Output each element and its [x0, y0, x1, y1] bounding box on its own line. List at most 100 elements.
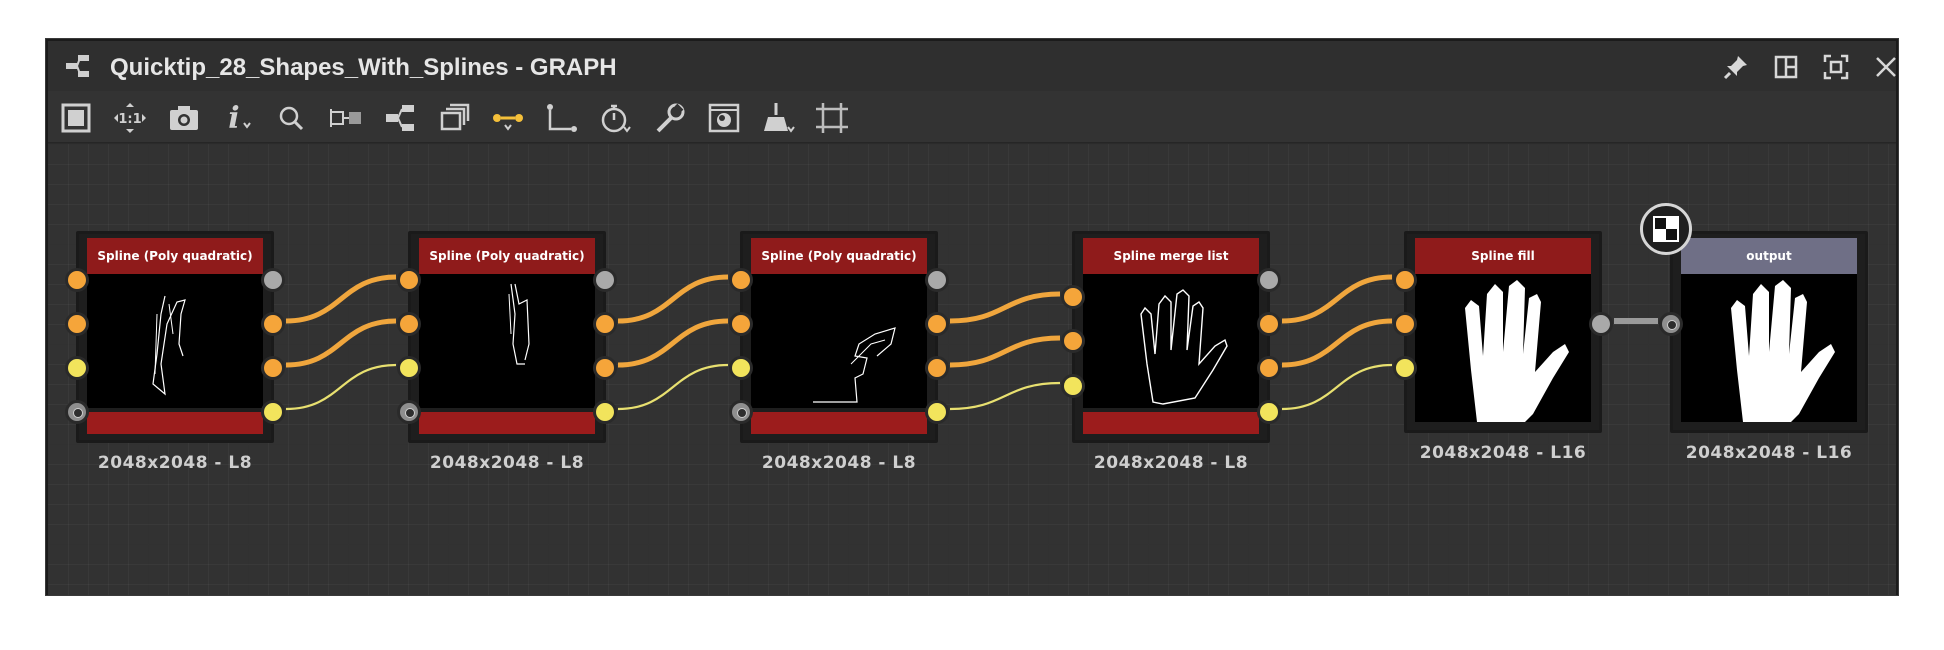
node-footer: [751, 412, 927, 434]
connection-wire[interactable]: [1281, 363, 1393, 411]
node-resolution: 2048x2048 - L16: [1685, 443, 1853, 463]
connection-wire[interactable]: [1281, 274, 1393, 324]
output-port[interactable]: [261, 312, 285, 336]
input-port[interactable]: [397, 268, 421, 292]
input-port[interactable]: [729, 268, 753, 292]
input-port[interactable]: [1393, 356, 1417, 380]
link-style-icon[interactable]: [490, 101, 526, 135]
input-port[interactable]: [65, 268, 89, 292]
output-port[interactable]: [925, 400, 949, 424]
node-footer: [419, 412, 595, 434]
node-thumbnail: [419, 274, 595, 408]
graph-layout-icon[interactable]: [382, 101, 418, 135]
output-port[interactable]: [261, 268, 285, 292]
graph-node[interactable]: Spline (Poly quadratic): [397, 231, 617, 443]
input-port[interactable]: [1061, 285, 1085, 309]
input-port[interactable]: [1061, 329, 1085, 353]
graph-node[interactable]: Spline merge list: [1061, 231, 1281, 443]
output-port[interactable]: [593, 268, 617, 292]
svg-text:i: i: [228, 101, 239, 135]
graph-toolbar: 1:1 i: [48, 91, 1896, 143]
graph-node[interactable]: Spline (Poly quadratic): [729, 231, 949, 443]
maximize-icon[interactable]: [1822, 53, 1850, 81]
routing-icon[interactable]: [544, 101, 580, 135]
output-port[interactable]: [1257, 312, 1281, 336]
node-footer: [87, 412, 263, 434]
node-title: Spline fill: [1415, 238, 1591, 274]
input-port[interactable]: [65, 400, 89, 424]
graph-node[interactable]: Spline fill: [1393, 231, 1613, 433]
checker-icon[interactable]: [1640, 203, 1692, 255]
input-port[interactable]: [729, 400, 753, 424]
graph-icon: [64, 52, 92, 80]
close-icon[interactable]: [1872, 53, 1900, 81]
node-title: Spline (Poly quadratic): [751, 238, 927, 274]
graph-window: Quicktip_28_Shapes_With_Splines - GRAPH: [46, 39, 1898, 595]
input-port[interactable]: [65, 312, 89, 336]
window-title: Quicktip_28_Shapes_With_Splines - GRAPH: [110, 54, 617, 81]
output-port[interactable]: [593, 356, 617, 380]
output-port[interactable]: [1257, 400, 1281, 424]
node-title: Spline (Poly quadratic): [419, 238, 595, 274]
output-port[interactable]: [593, 312, 617, 336]
node-title: output: [1681, 238, 1857, 274]
connection-wire[interactable]: [617, 274, 729, 324]
input-port[interactable]: [397, 312, 421, 336]
node-title: Spline merge list: [1083, 238, 1259, 274]
connection-wire[interactable]: [1281, 318, 1393, 368]
node-thumbnail: [1415, 274, 1591, 422]
graph-canvas[interactable]: Spline (Poly quadratic) 2048x2048 - L8 Spl…: [48, 144, 1896, 595]
stack-icon[interactable]: [436, 101, 472, 135]
node-footer: [1083, 412, 1259, 434]
output-port[interactable]: [1257, 356, 1281, 380]
output-port[interactable]: [593, 400, 617, 424]
camera-icon[interactable]: [166, 101, 202, 135]
stopwatch-icon[interactable]: [598, 101, 634, 135]
connection-wire[interactable]: [949, 381, 1061, 411]
output-port[interactable]: [925, 312, 949, 336]
output-port[interactable]: [1589, 312, 1613, 336]
node-thumbnail: [1083, 274, 1259, 408]
output-port[interactable]: [925, 356, 949, 380]
node-thumbnail: [751, 274, 927, 408]
input-port[interactable]: [1393, 312, 1417, 336]
wrench-icon[interactable]: [652, 101, 688, 135]
broom-icon[interactable]: [760, 101, 796, 135]
search-icon[interactable]: [274, 101, 310, 135]
input-port[interactable]: [65, 356, 89, 380]
input-port[interactable]: [1659, 312, 1683, 336]
node-resolution: 2048x2048 - L16: [1419, 443, 1587, 463]
svg-text:1:1: 1:1: [118, 112, 141, 127]
zoom-1-1-icon[interactable]: 1:1: [112, 101, 148, 135]
output-port[interactable]: [261, 356, 285, 380]
title-bar: Quicktip_28_Shapes_With_Splines - GRAPH: [48, 41, 1896, 91]
connection-wire[interactable]: [949, 291, 1061, 324]
input-port[interactable]: [729, 356, 753, 380]
preview-icon[interactable]: [706, 101, 742, 135]
input-port[interactable]: [397, 400, 421, 424]
output-port[interactable]: [261, 400, 285, 424]
connection-wire[interactable]: [617, 363, 729, 411]
connection-wire[interactable]: [285, 318, 397, 368]
node-padding: [1407, 422, 1599, 430]
connection-wire[interactable]: [285, 274, 397, 324]
connection-wire[interactable]: [285, 363, 397, 411]
graph-node[interactable]: output: [1659, 231, 1868, 433]
input-port[interactable]: [1393, 268, 1417, 292]
output-port[interactable]: [1257, 268, 1281, 292]
node-display-icon[interactable]: [328, 101, 364, 135]
pin-icon[interactable]: [1722, 53, 1750, 81]
graph-node[interactable]: Spline (Poly quadratic): [65, 231, 285, 443]
connection-wire[interactable]: [949, 335, 1061, 368]
info-icon[interactable]: i: [220, 101, 256, 136]
crop-icon[interactable]: [814, 101, 850, 135]
frame-icon[interactable]: [58, 101, 94, 135]
input-port[interactable]: [1061, 374, 1085, 398]
node-thumbnail: [87, 274, 263, 408]
input-port[interactable]: [397, 356, 421, 380]
node-padding: [1673, 422, 1865, 430]
split-view-icon[interactable]: [1772, 53, 1800, 81]
connection-wire[interactable]: [617, 318, 729, 368]
output-port[interactable]: [925, 268, 949, 292]
input-port[interactable]: [729, 312, 753, 336]
